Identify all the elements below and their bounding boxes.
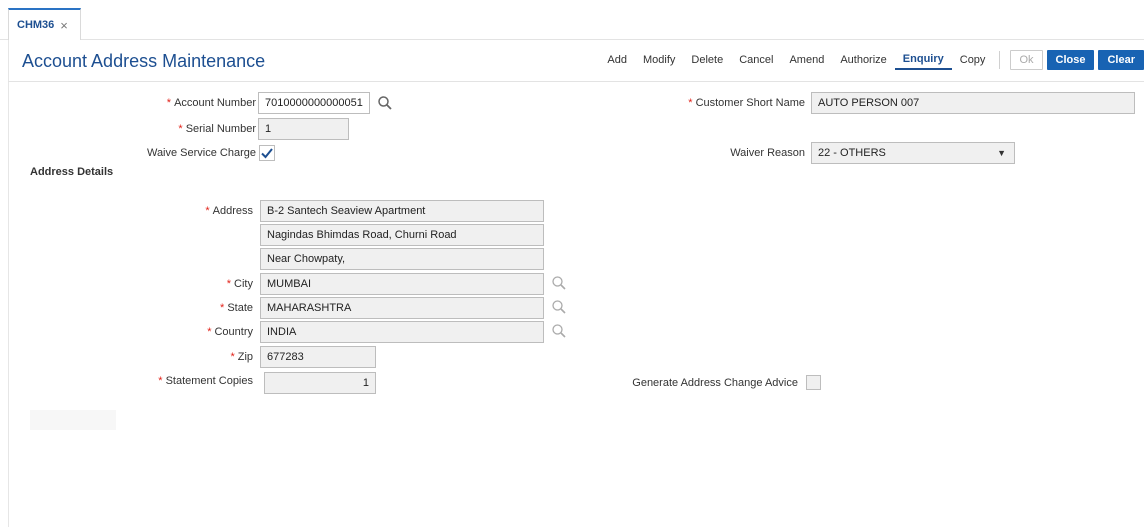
copy-button[interactable]: Copy — [952, 49, 994, 71]
waive-service-charge-checkbox[interactable] — [259, 145, 275, 164]
statement-copies-field[interactable]: 1 — [264, 372, 376, 394]
country-search-icon[interactable] — [551, 323, 567, 342]
page-header: Account Address Maintenance Add Modify D… — [8, 40, 1144, 82]
dropdown-arrow-icon: ▼ — [997, 148, 1006, 158]
address-line-1[interactable]: B-2 Santech Seaview Apartment — [260, 200, 544, 222]
state-search-icon[interactable] — [551, 299, 567, 318]
placeholder-bar — [30, 410, 116, 430]
toolbar-divider — [999, 51, 1001, 69]
address-line-2[interactable]: Nagindas Bhimdas Road, Churni Road — [260, 224, 544, 246]
cancel-button[interactable]: Cancel — [731, 49, 781, 71]
add-button[interactable]: Add — [599, 49, 635, 71]
waive-service-charge-label: Waive Service Charge — [146, 147, 256, 159]
city-label: * City — [226, 278, 253, 290]
statement-copies-label: * Statement Copies — [158, 375, 253, 387]
country-label: * Country — [207, 326, 253, 338]
serial-number-field[interactable]: 1 — [258, 118, 349, 140]
authorize-button[interactable]: Authorize — [832, 49, 894, 71]
zip-label: * Zip — [230, 351, 253, 363]
account-number-label: * Account Number — [166, 97, 256, 109]
left-border — [8, 40, 9, 527]
address-label: * Address — [205, 205, 253, 217]
state-label: * State — [220, 302, 253, 314]
close-button[interactable]: Close — [1046, 50, 1095, 70]
state-field[interactable]: MAHARASHTRA — [260, 297, 544, 319]
country-field[interactable]: INDIA — [260, 321, 544, 343]
tab-label: CHM36 — [17, 19, 55, 31]
serial-number-label: * Serial Number — [178, 123, 256, 135]
tab-bar: CHM36 × — [0, 0, 1144, 40]
amend-button[interactable]: Amend — [781, 49, 832, 71]
address-details-title: Address Details — [30, 166, 114, 178]
city-field[interactable]: MUMBAI — [260, 273, 544, 295]
waiver-reason-select[interactable]: 22 - OTHERS ▼ — [811, 142, 1015, 164]
generate-address-change-advice-label: Generate Address Change Advice — [632, 377, 798, 389]
address-line-3[interactable]: Near Chowpaty, — [260, 248, 544, 270]
delete-button[interactable]: Delete — [683, 49, 731, 71]
waiver-reason-value: 22 - OTHERS — [818, 147, 886, 159]
zip-field[interactable]: 677283 — [260, 346, 376, 368]
toolbar: Add Modify Delete Cancel Amend Authorize… — [599, 49, 1144, 71]
page-title: Account Address Maintenance — [22, 51, 266, 71]
generate-address-change-advice-checkbox[interactable] — [806, 375, 821, 390]
modify-button[interactable]: Modify — [635, 49, 683, 71]
ok-button[interactable]: Ok — [1010, 50, 1043, 70]
close-icon[interactable]: × — [60, 18, 68, 33]
waiver-reason-label: Waiver Reason — [730, 147, 805, 159]
customer-short-name-field[interactable]: AUTO PERSON 007 — [811, 92, 1135, 114]
tab-chm36[interactable]: CHM36 × — [8, 8, 81, 40]
account-number-field[interactable]: 7010000000000051 — [258, 92, 370, 114]
city-search-icon[interactable] — [551, 275, 567, 294]
enquiry-button[interactable]: Enquiry — [894, 50, 952, 70]
customer-short-name-label: * Customer Short Name — [688, 97, 805, 109]
clear-button[interactable]: Clear — [1098, 50, 1144, 70]
search-icon[interactable] — [377, 95, 393, 114]
